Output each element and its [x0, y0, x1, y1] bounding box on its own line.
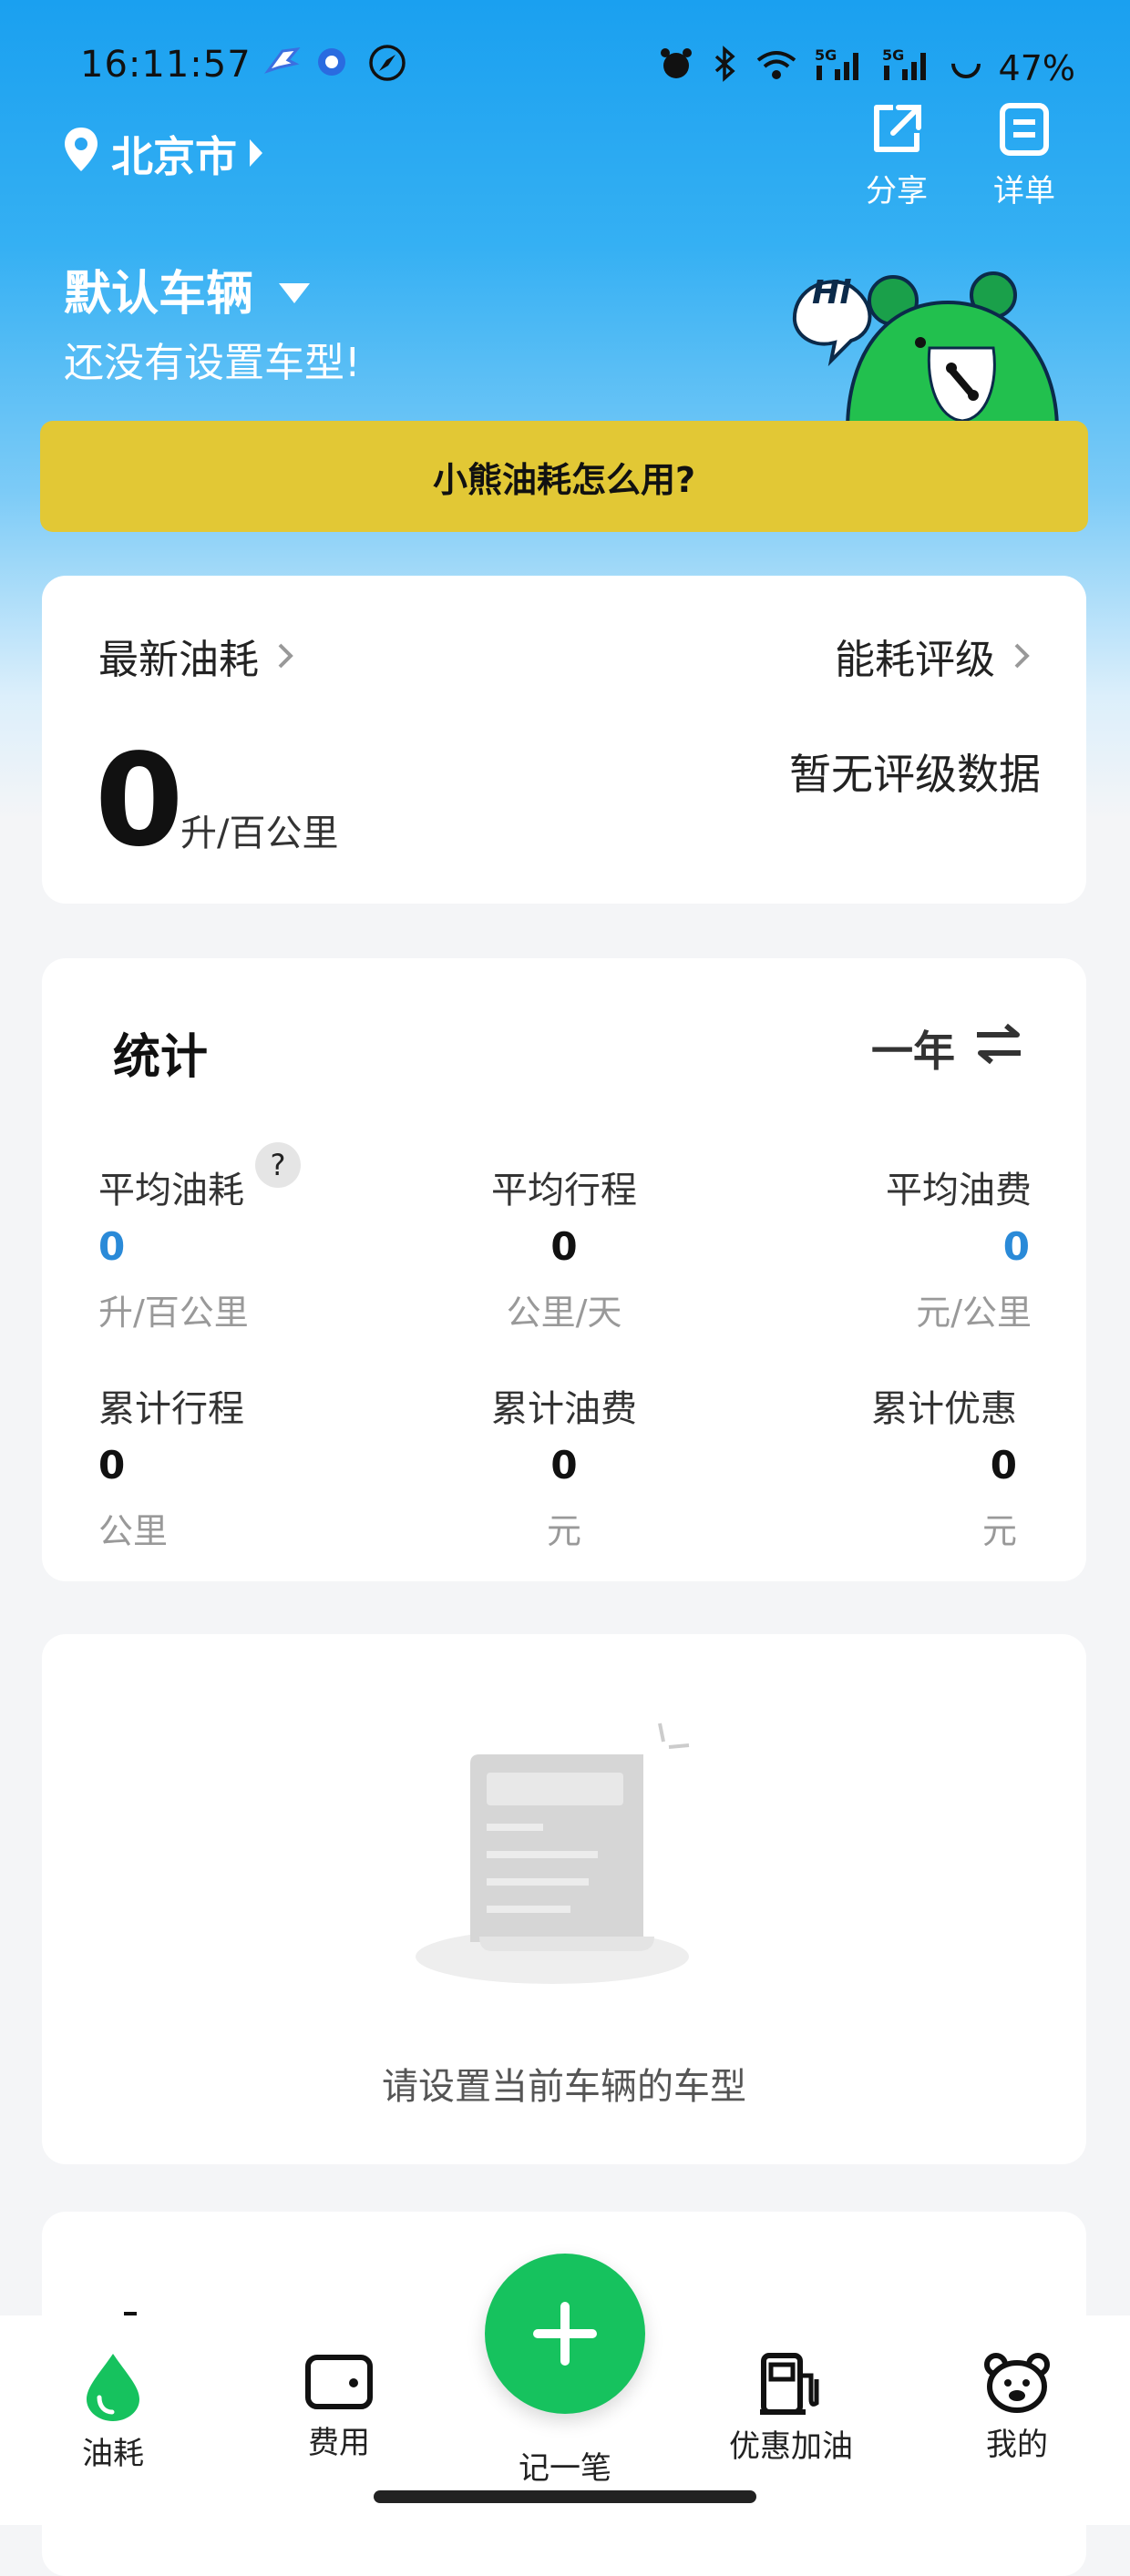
- period-label: 一年: [871, 1027, 955, 1076]
- tab-mine[interactable]: 我的: [944, 2352, 1090, 2464]
- detail-label: 详单: [993, 173, 1055, 210]
- tab-label: 费用: [308, 2425, 370, 2461]
- status-bar: 16:11:57 5G 5G 47%: [0, 40, 1130, 95]
- stat-value: 0: [550, 1443, 578, 1487]
- tab-expense[interactable]: 费用: [266, 2352, 412, 2462]
- howto-banner-button[interactable]: 小熊油耗怎么用?: [40, 421, 1088, 532]
- tab-fuel[interactable]: 油耗: [40, 2350, 186, 2473]
- tab-label: 优惠加油: [729, 2428, 853, 2465]
- stat-value: 0: [1002, 1224, 1030, 1269]
- city-selector[interactable]: 北京市: [62, 124, 264, 184]
- add-record-button[interactable]: [485, 2254, 645, 2414]
- status-icons: 5G 5G 47%: [658, 46, 1075, 90]
- bear-face-icon: [944, 2352, 1090, 2414]
- latest-fuel-link[interactable]: 最新油耗: [98, 627, 293, 685]
- gas-pump-icon: [718, 2352, 864, 2416]
- wallet-icon: [266, 2352, 412, 2412]
- tab-gas[interactable]: 优惠加油: [718, 2352, 864, 2466]
- stat-label: 累计优惠: [871, 1388, 1017, 1430]
- share-icon: [851, 100, 942, 158]
- swap-icon: [975, 1022, 1022, 1076]
- vehicle-selector[interactable]: 默认车辆: [64, 255, 312, 323]
- stat-unit: 元/公里: [916, 1293, 1032, 1333]
- dropdown-triangle-icon: [277, 262, 312, 317]
- stat-value: 0: [550, 1224, 578, 1269]
- bird-icon: [264, 44, 301, 89]
- location-pin-icon: [62, 126, 100, 183]
- signal-5g-icon: 5G: [815, 46, 866, 90]
- bluetooth-icon: [711, 46, 738, 90]
- vehicle-subtitle: 还没有设置车型!: [64, 340, 361, 386]
- latest-fuel-value: 0: [95, 727, 184, 875]
- period-switch[interactable]: 一年: [871, 1018, 1022, 1078]
- plus-icon: [532, 2301, 598, 2370]
- energy-rating-link[interactable]: 能耗评级: [835, 627, 1030, 685]
- city-name: 北京市: [111, 132, 237, 181]
- caret-right-icon: [248, 129, 264, 179]
- stat-value: 0: [990, 1443, 1017, 1487]
- chevron-right-icon: [1013, 633, 1030, 680]
- latest-fuel-unit: 升/百公里: [180, 813, 339, 854]
- rating-value: 暂无评级数据: [789, 750, 1041, 799]
- list-icon: [979, 100, 1070, 158]
- energy-rating-label: 能耗评级: [835, 637, 995, 683]
- empty-state-text: 请设置当前车辆的车型: [382, 2066, 746, 2108]
- svg-text:5G: 5G: [882, 46, 904, 64]
- tab-label: 我的: [986, 2427, 1048, 2463]
- home-indicator[interactable]: [374, 2490, 756, 2503]
- tab-record[interactable]: 记一笔: [492, 2443, 638, 2488]
- status-time: 16:11:57: [80, 44, 252, 86]
- fuel-drop-icon: [40, 2350, 186, 2423]
- vehicle-name: 默认车辆: [64, 267, 254, 322]
- mascot-bubble-text: Hi: [812, 274, 851, 312]
- battery-icon: [950, 46, 982, 90]
- alarm-icon: [658, 46, 694, 90]
- empty-document-icon: [416, 1718, 716, 1995]
- tab-label: 记一笔: [519, 2450, 611, 2487]
- statistics-title: 统计: [113, 1030, 209, 1085]
- statistics-card: 统计 一年 平均油耗? 0 升/百公里 平均行程 0 公里/天 平均油费 0 元…: [42, 958, 1086, 1581]
- latest-fuel-card: 最新油耗 能耗评级 0 升/百公里 暂无评级数据: [42, 576, 1086, 904]
- signal-5g-icon: 5G: [882, 46, 933, 90]
- battery-percent: 47%: [998, 47, 1075, 88]
- svg-text:5G: 5G: [815, 46, 837, 64]
- compass-icon: [368, 44, 406, 91]
- stat-label: 平均油费: [886, 1170, 1032, 1211]
- stat-unit: 元: [546, 1511, 581, 1551]
- stat-unit: 元: [981, 1511, 1017, 1551]
- share-label: 分享: [866, 173, 928, 210]
- wifi-icon: [755, 46, 798, 90]
- detail-button[interactable]: 详单: [979, 100, 1070, 210]
- share-button[interactable]: 分享: [851, 100, 942, 210]
- latest-fuel-label: 最新油耗: [98, 637, 259, 683]
- chevron-right-icon: [277, 633, 293, 680]
- empty-state-card: 请设置当前车辆的车型: [42, 1634, 1086, 2164]
- record-icon: [315, 46, 348, 87]
- tab-label: 油耗: [82, 2436, 144, 2472]
